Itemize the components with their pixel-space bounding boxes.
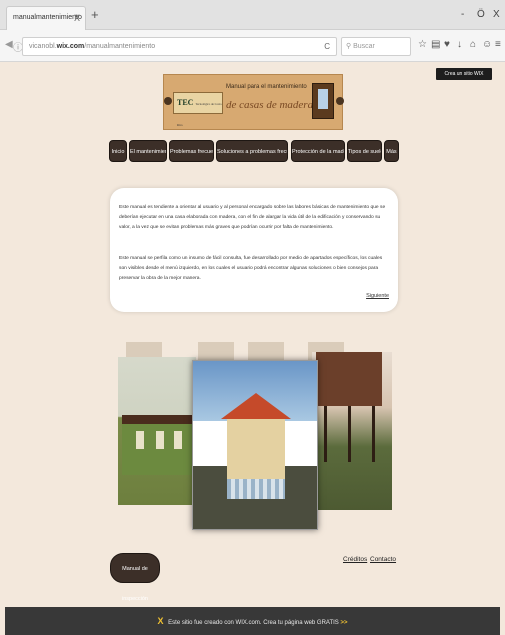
url-prefix: vicanobl [29,43,55,50]
gallery-ghost-thumb [198,342,234,360]
nav-item-mantenimiento[interactable]: El mantenimiento [129,140,167,162]
browser-tab[interactable]: manualmantenimiento X [6,6,86,30]
window-icon [312,83,334,119]
house-roof [221,393,291,419]
house-post [324,406,327,462]
intro-paragraph-2: Este manual se perfila como un insumo de… [119,256,383,281]
home-icon[interactable]: ⌂ [470,39,476,51]
inspection-manual-button[interactable]: Manual de inspección [110,553,160,602]
wix-footer-text: Este sitio fue creado con WIX.com. Crea … [168,620,339,626]
gallery-photo-featured-house[interactable] [192,360,318,530]
window-close-icon[interactable]: X [493,9,500,21]
intro-card: Este manual es tendiente a orientar al u… [110,188,398,312]
bookmark-star-icon[interactable]: ☆ [418,39,427,51]
url-domain: wix.com [56,43,85,50]
wix-create-site-button[interactable]: Crea un sitio WIX [436,68,492,80]
wix-create-label: Crea un sitio WIX [444,71,484,77]
next-link[interactable]: Siguiente [366,293,389,299]
tab-close-icon[interactable]: X [74,7,80,29]
wix-footer-bar[interactable]: X Este sitio fue creado con WIX.com. Cre… [5,607,500,635]
house-post [348,406,351,462]
wix-arrows-icon: >> [340,620,348,626]
maximize-icon[interactable]: Ö [477,9,485,21]
browser-nav-bar: ◀ ⓘ vicanobl.wix.com/manualmantenimiento… [0,30,505,62]
header-ornament-left [164,97,172,105]
tec-logo-text: TEC [177,98,194,107]
inspection-manual-label: Manual de inspección [122,566,148,602]
tab-title: manualmantenimiento [13,14,82,21]
house-wall [227,419,285,479]
gallery-ghost-thumb [248,342,284,360]
house-window [174,431,182,449]
house-window [136,431,144,449]
search-placeholder: Buscar [353,43,375,50]
house-window [156,431,164,449]
nav-item-soluciones[interactable]: Soluciones a problemas frecuentes [216,140,288,162]
smiley-icon[interactable]: ☺ [482,39,492,51]
search-input[interactable]: ⚲ Buscar [341,37,411,56]
house-foundation [227,479,285,499]
intro-paragraph-1: Este manual es tendiente a orientar al u… [119,205,386,230]
header-ornament-right [336,97,344,105]
back-arrow-icon[interactable]: ◀ [5,39,13,50]
new-tab-icon[interactable]: + [91,8,99,21]
nav-item-inicio[interactable]: Inicio [109,140,127,162]
tec-logo: TEC Tecnológico de Costa Rica [173,92,223,127]
nav-item-suelos[interactable]: Tipos de suelos [347,140,382,162]
reload-icon[interactable]: C [324,38,330,55]
credits-link[interactable]: Créditos [343,556,367,563]
browser-tab-bar: manualmantenimiento X + - Ö X [0,0,505,30]
house-illustration [316,352,382,406]
reading-list-icon[interactable]: ▤ [431,39,440,51]
menu-hamburger-icon[interactable]: ≡ [495,39,501,51]
gallery-photo-green-house[interactable] [118,357,196,505]
house-post [372,406,375,462]
search-icon: ⚲ [346,43,352,50]
pocket-icon[interactable]: ♥ [444,39,450,51]
nav-item-proteccion[interactable]: Protección de la madera [291,140,345,162]
header-title: de casas de madera [226,99,314,111]
nav-item-problemas[interactable]: Problemas frecuentes [169,140,214,162]
gallery-photo-stilt-house[interactable] [312,352,392,510]
wix-logo-icon: X [157,616,164,626]
url-path: /manualmantenimiento [84,43,156,50]
photo-gallery[interactable] [118,342,392,530]
site-header-banner: TEC Tecnológico de Costa Rica Manual par… [163,74,344,130]
address-bar[interactable]: vicanobl.wix.com/manualmantenimiento C [22,37,337,56]
nav-item-mas[interactable]: Más [384,140,399,162]
contact-link[interactable]: Contacto [370,556,396,563]
header-subtitle: Manual para el mantenimiento [226,84,307,90]
minimize-icon[interactable]: - [461,9,464,21]
download-icon[interactable]: ↓ [457,39,462,51]
